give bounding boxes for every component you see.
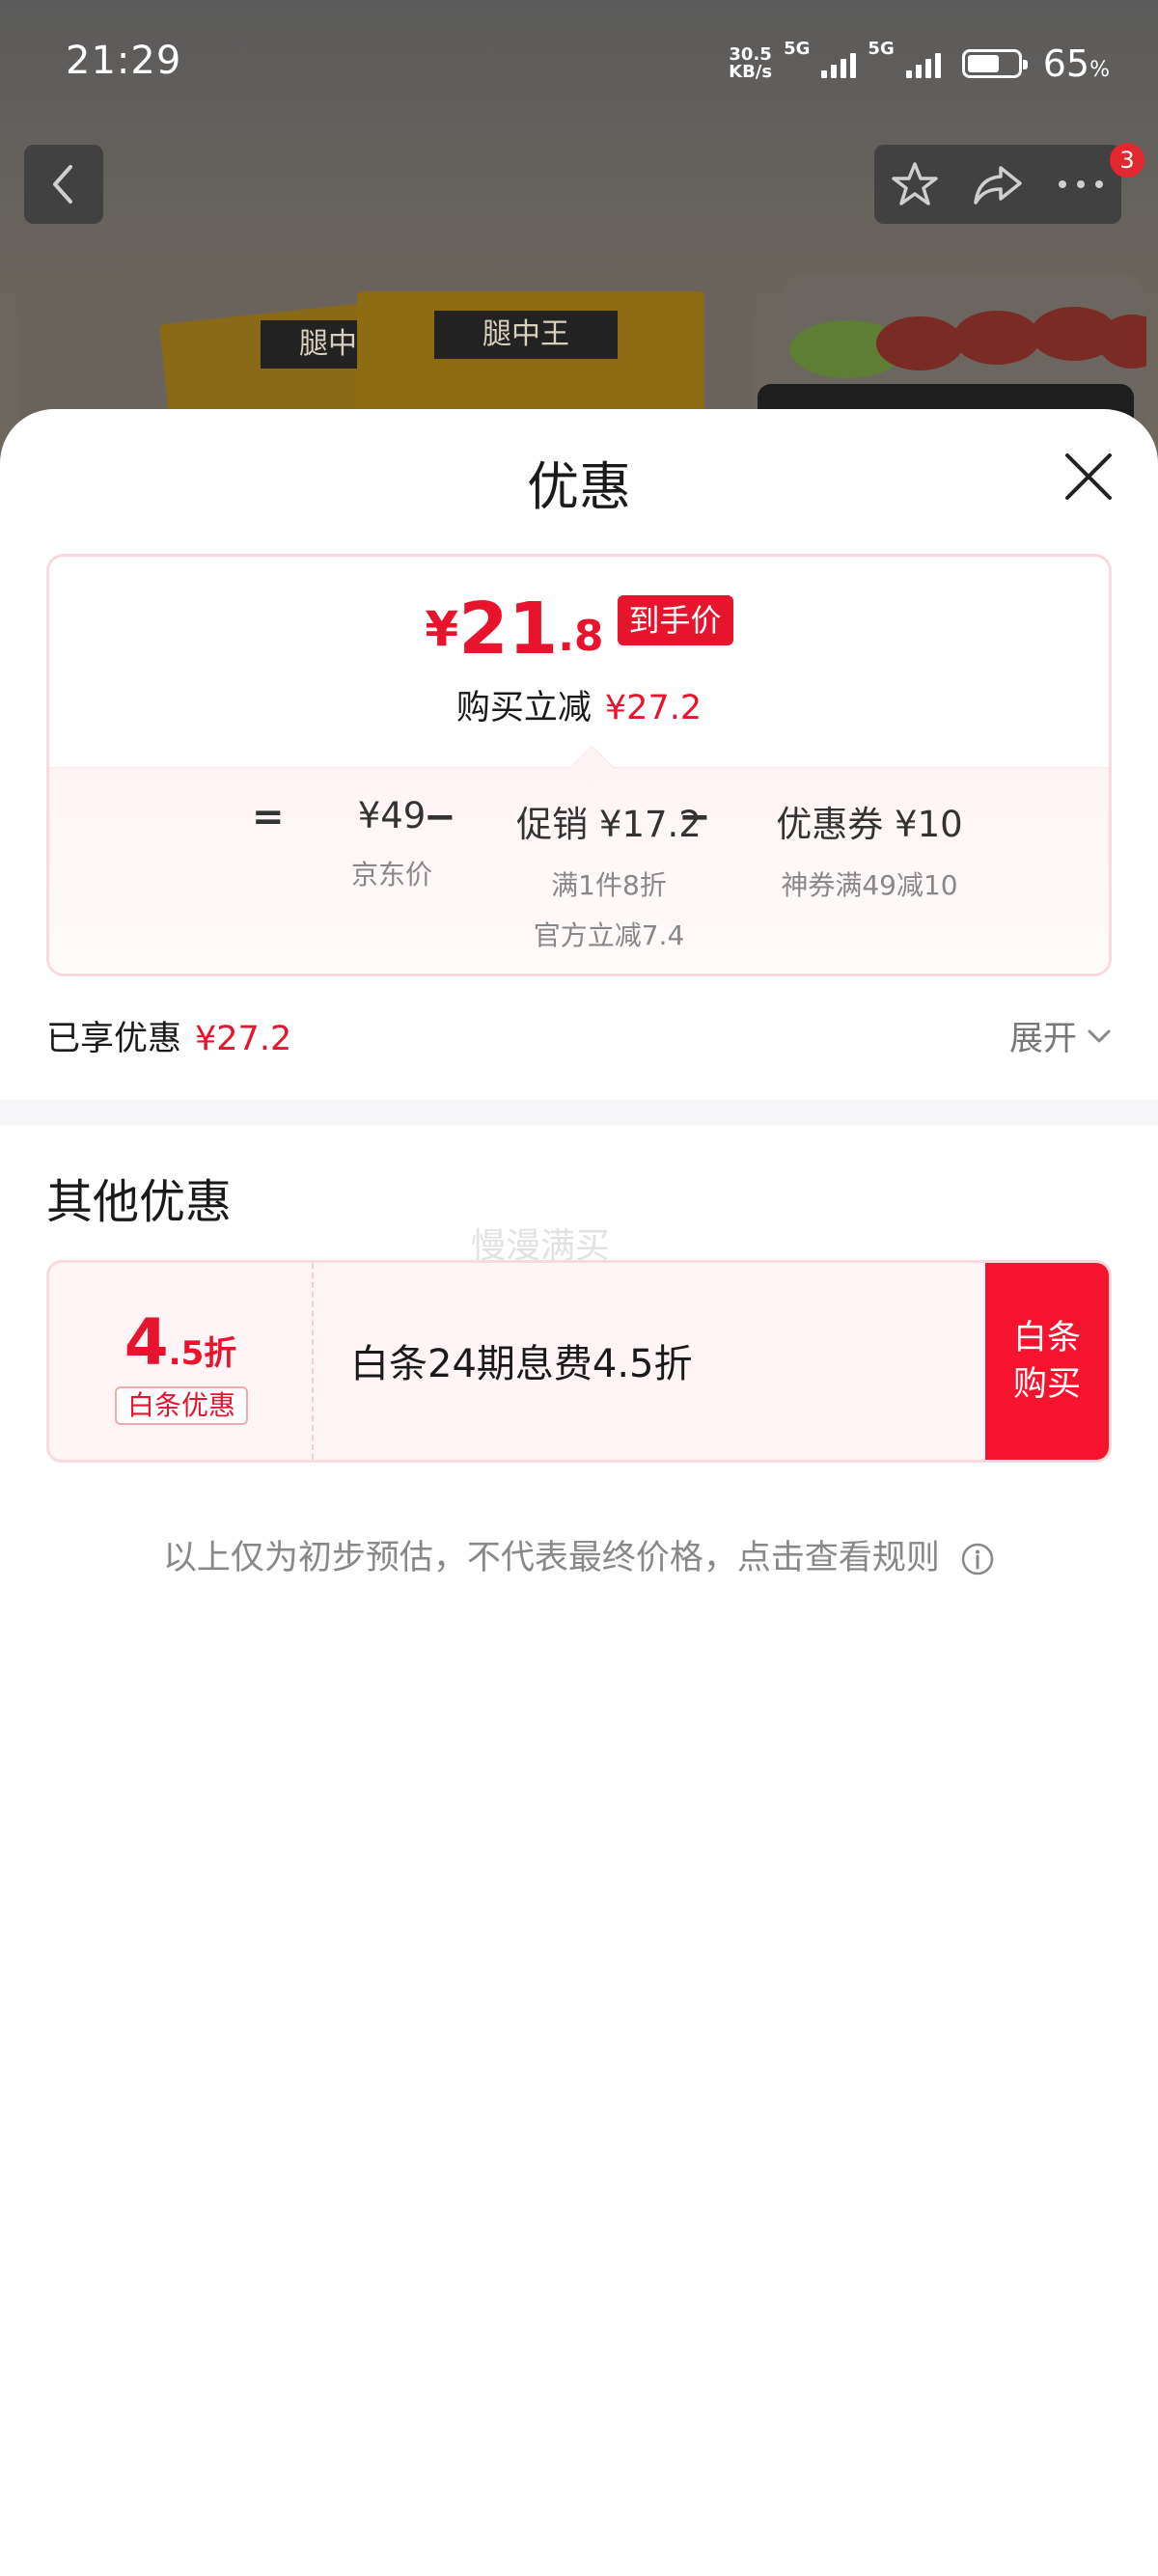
rules-link[interactable]: 以上仅为初步预估，不代表最终价格，点击查看规则 xyxy=(0,1530,1158,1579)
status-time: 21:29 xyxy=(66,39,182,83)
share-icon xyxy=(974,166,1022,205)
more-icon xyxy=(1059,180,1103,188)
minus-sign: − xyxy=(424,795,456,839)
minus-sign: − xyxy=(678,795,711,839)
battery-icon xyxy=(961,49,1028,78)
back-button[interactable] xyxy=(24,145,103,224)
baitiao-discount: 4.5折 xyxy=(124,1305,237,1380)
final-price: ¥ 21 .8 到手价 xyxy=(49,593,1109,665)
back-icon xyxy=(53,165,72,204)
signal-icon xyxy=(821,49,857,78)
discount-sheet: 优惠 ¥ 21 .8 到手价 购买立减 ¥27.2 = ¥49 京东价 − 促销… xyxy=(0,409,1158,2576)
enjoyed-discount: 已享优惠 ¥27.2 xyxy=(46,1020,292,1058)
coupon-item: 优惠券 ¥10 神券满49减10 xyxy=(776,804,963,901)
baitiao-promo-card[interactable]: 4.5折 白条优惠 白条24期息费4.5折 白条 购买 xyxy=(46,1260,1112,1463)
favorite-button[interactable] xyxy=(891,160,939,208)
baitiao-description: 白条24期息费4.5折 xyxy=(350,1342,693,1386)
equals-sign: = xyxy=(252,795,285,839)
status-icons: 30.5 KB/s 5G 5G 65% xyxy=(729,39,1110,85)
expand-button[interactable]: 展开 xyxy=(1009,1011,1112,1060)
chevron-down-icon xyxy=(1088,1029,1111,1042)
message-badge: 3 xyxy=(1110,143,1144,178)
more-button[interactable] xyxy=(1057,178,1105,190)
top-actions xyxy=(874,145,1121,224)
baitiao-tag: 白条优惠 xyxy=(115,1386,248,1425)
signal-icon xyxy=(905,49,941,78)
price-summary-card: ¥ 21 .8 到手价 购买立减 ¥27.2 = ¥49 京东价 − 促销 ¥17… xyxy=(46,554,1112,976)
final-price-tag: 到手价 xyxy=(617,595,733,645)
sim2-label: 5G xyxy=(868,39,895,59)
other-discounts-title: 其他优惠 xyxy=(46,1175,233,1229)
section-divider xyxy=(0,1100,1158,1125)
status-bar: 21:29 30.5 KB/s 5G 5G 65% xyxy=(0,0,1158,125)
star-icon xyxy=(892,162,938,206)
baitiao-buy-button[interactable]: 白条 购买 xyxy=(985,1263,1109,1460)
sim1-label: 5G xyxy=(784,39,811,59)
price-breakdown: = ¥49 京东价 − 促销 ¥17.2 满1件8折 官方立减7.4 − 优惠券… xyxy=(49,767,1109,973)
purchase-saving: 购买立减 ¥27.2 xyxy=(455,689,703,727)
close-icon xyxy=(1065,453,1112,500)
close-button[interactable] xyxy=(1062,450,1116,504)
battery-percent: 65% xyxy=(1042,42,1110,85)
sheet-title: 优惠 xyxy=(527,456,631,517)
network-speed: 30.5 KB/s xyxy=(729,44,773,82)
info-icon xyxy=(961,1543,994,1576)
share-button[interactable] xyxy=(972,162,1024,206)
